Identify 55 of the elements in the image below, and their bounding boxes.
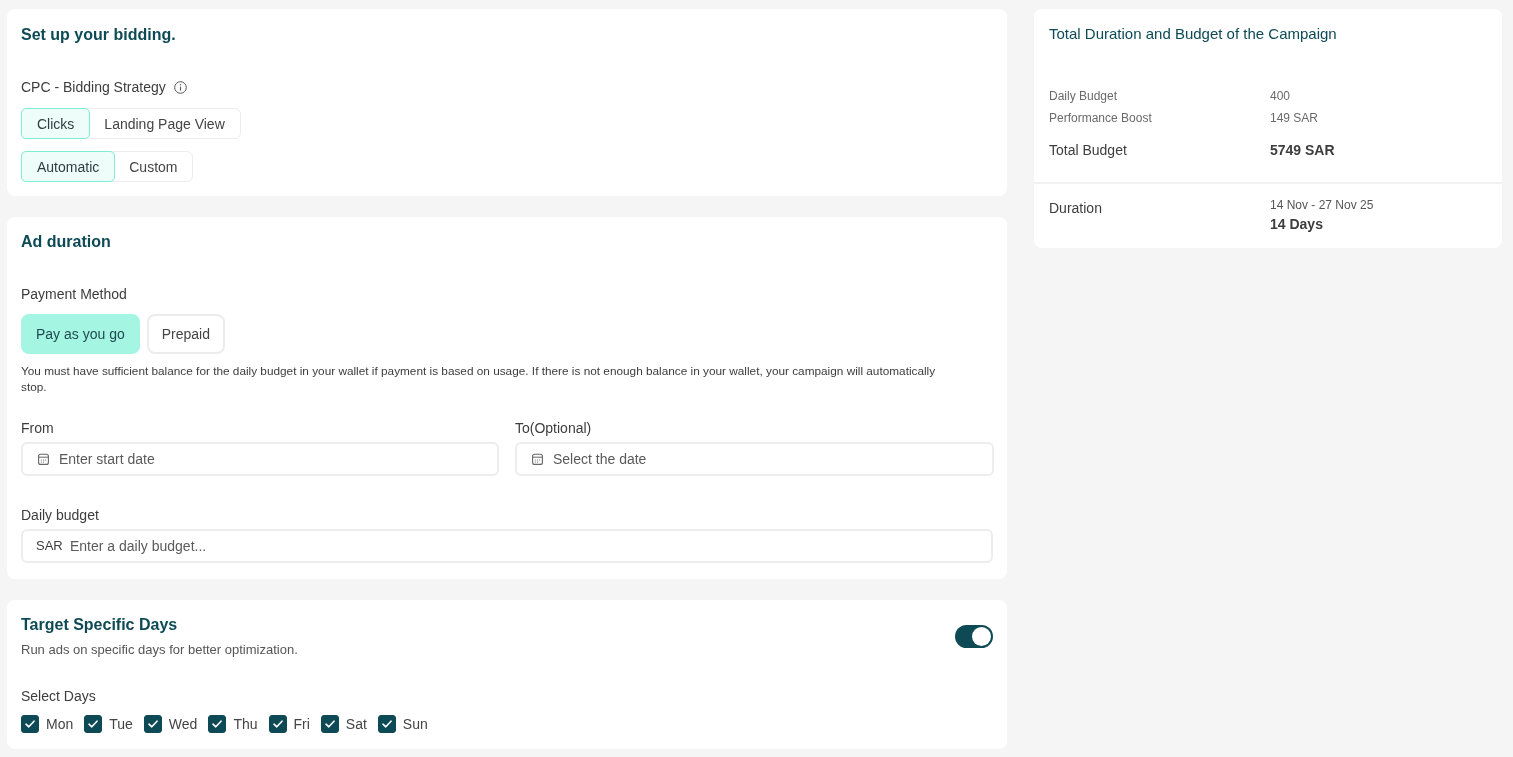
section-title: Target Specific Days	[21, 615, 179, 635]
day-label: Sat	[345, 715, 367, 733]
calendar-icon	[532, 453, 543, 465]
day-label: Wed	[168, 715, 198, 733]
checkbox[interactable]	[320, 715, 339, 733]
check-icon	[381, 720, 392, 728]
toggle-switch[interactable]	[955, 625, 993, 648]
checkbox[interactable]	[21, 715, 39, 733]
segment-option[interactable]: Clicks	[21, 108, 91, 139]
summary-label: Daily Budget	[1049, 88, 1119, 104]
check-icon	[25, 720, 35, 728]
field-label: From	[21, 420, 55, 436]
check-icon	[212, 720, 223, 728]
day-label: Tue	[109, 715, 133, 733]
check-icon	[272, 720, 283, 728]
summary-label: Duration	[1049, 199, 1103, 218]
day-label: Fri	[293, 715, 310, 733]
field-label: Payment Method	[21, 286, 128, 302]
help-text: You must have sufficient balance for the daily budget in your wallet if payment is based on usage. If there is not enough balance in your wallet, your campaign will automatically stop.	[21, 363, 937, 395]
segment-option[interactable]: Automatic	[21, 151, 116, 182]
summary-title: Total Duration and Budget of the Campaign	[1049, 24, 1338, 44]
date-field[interactable]: Enter start date	[21, 442, 499, 476]
day-count: 14 Days	[1270, 215, 1324, 233]
section-title: Ad duration	[21, 232, 112, 252]
checkbox[interactable]	[377, 715, 396, 733]
section-title: Set up your bidding.	[21, 25, 177, 45]
day-label: Sun	[402, 715, 428, 733]
date-field[interactable]: Select the date	[515, 442, 994, 476]
calendar-icon	[38, 453, 49, 465]
checkbox[interactable]	[268, 715, 287, 733]
date-range: 14 Nov - 27 Nov 25	[1270, 197, 1375, 213]
checkbox[interactable]	[84, 715, 103, 733]
currency-prefix: SAR	[36, 538, 63, 553]
summary-value: 5749 SAR	[1270, 141, 1336, 159]
field-label: Select Days	[21, 688, 97, 704]
summary-value: 400	[1270, 88, 1292, 104]
checkbox[interactable]	[143, 715, 162, 733]
payment-option[interactable]: Prepaid	[146, 314, 225, 354]
segment-option[interactable]: Custom	[113, 151, 194, 182]
field-label: To(Optional)	[515, 420, 593, 436]
section-subtitle: Run ads on specific days for better optimization.	[21, 642, 298, 658]
payment-option[interactable]: Pay as you go	[21, 314, 140, 354]
info-icon	[173, 80, 187, 94]
check-icon	[324, 720, 335, 728]
check-icon	[88, 720, 99, 728]
field-label: CPC - Bidding Strategy	[21, 79, 166, 95]
day-label: Mon	[46, 715, 74, 733]
day-label: Thu	[233, 715, 258, 733]
checkbox[interactable]	[208, 715, 227, 733]
summary-label: Total Budget	[1049, 141, 1128, 159]
field-label: Daily budget	[21, 507, 100, 523]
summary-label: Performance Boost	[1049, 110, 1153, 126]
summary-value: 149 SAR	[1270, 110, 1320, 126]
check-icon	[147, 720, 158, 728]
segment-option[interactable]: Landing Page View	[88, 108, 241, 139]
